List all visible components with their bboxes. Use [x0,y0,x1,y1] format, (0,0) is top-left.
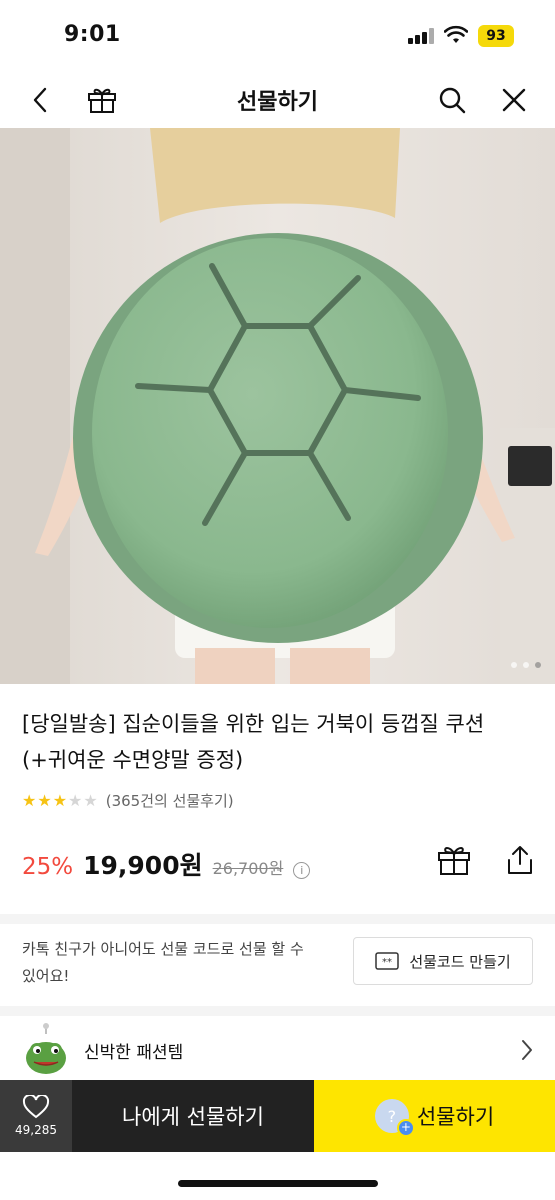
product-title: [당일발송] 집순이들을 위한 입는 거북이 등껍질 쿠션 (+귀여운 수면양말… [22,712,485,772]
giftcode-create-button[interactable]: ** 선물코드 만들기 [353,937,533,985]
star-icon: ★ [37,790,52,810]
frog-character-icon [22,1022,70,1078]
status-time: 9:01 [64,22,121,47]
chevron-right-icon [519,1038,535,1062]
section-divider [0,1006,555,1016]
image-carousel-dots [511,662,541,668]
giftcode-description: 카톡 친구가 아니어도 선물 코드로 선물 할 수 있어요! [22,940,304,985]
section-divider [0,914,555,924]
status-bar: 9:01 93 [0,0,555,72]
bottom-action-bar: 49,285 나에게 선물하기 ? + 선물하기 [0,1080,555,1152]
heart-icon [22,1095,50,1119]
send-gift-button[interactable]: ? + 선물하기 [314,1080,555,1152]
star-icon: ★ [68,790,83,810]
close-icon[interactable] [496,82,532,118]
promo-label: 신박한 패션템 [84,1043,184,1063]
cellular-signal-icon [408,28,434,44]
battery-indicator: 93 [478,25,514,47]
gift-to-me-button[interactable]: 나에게 선물하기 [72,1080,314,1152]
star-icon: ★ [83,790,98,810]
send-gift-label: 선물하기 [416,1105,495,1129]
info-icon[interactable]: i [293,862,311,879]
home-indicator[interactable] [178,1180,378,1187]
rating-row[interactable]: ★ ★ ★ ★ ★ (365건의 선물후기) [22,790,234,811]
share-icon[interactable] [500,840,540,880]
review-count[interactable]: (365건의 선물후기) [106,790,234,811]
friend-avatar-mark: ? [387,1106,397,1126]
nav-bar: 선물하기 [0,72,555,128]
gift-box-icon[interactable] [434,840,474,880]
giftcode-button-label: 선물코드 만들기 [409,952,511,971]
star-rating: ★ ★ ★ ★ ★ [22,791,98,811]
discount-rate: 25% [22,854,74,880]
plus-icon: + [396,1119,415,1137]
product-image[interactable] [0,128,555,684]
friend-avatar-icon: ? + [374,1099,415,1137]
wish-count: 49,285 [15,1123,57,1137]
star-icon: ★ [52,790,68,810]
price-row: 25% 19,900원 26,700원 i [22,846,311,882]
svg-text:**: ** [382,957,392,968]
ticket-icon: ** [375,952,400,970]
promo-row[interactable]: 신박한 패션템 [0,1018,555,1080]
home-indicator-area [0,1152,555,1200]
page-title: 선물하기 [237,90,318,115]
search-icon[interactable] [434,82,470,118]
wifi-icon [443,25,469,45]
original-price: 26,700원 [212,859,284,878]
turtle-shell-photo [0,128,555,684]
sale-price: 19,900원 [83,851,203,880]
wish-button[interactable]: 49,285 [0,1080,72,1152]
star-icon: ★ [22,790,37,810]
